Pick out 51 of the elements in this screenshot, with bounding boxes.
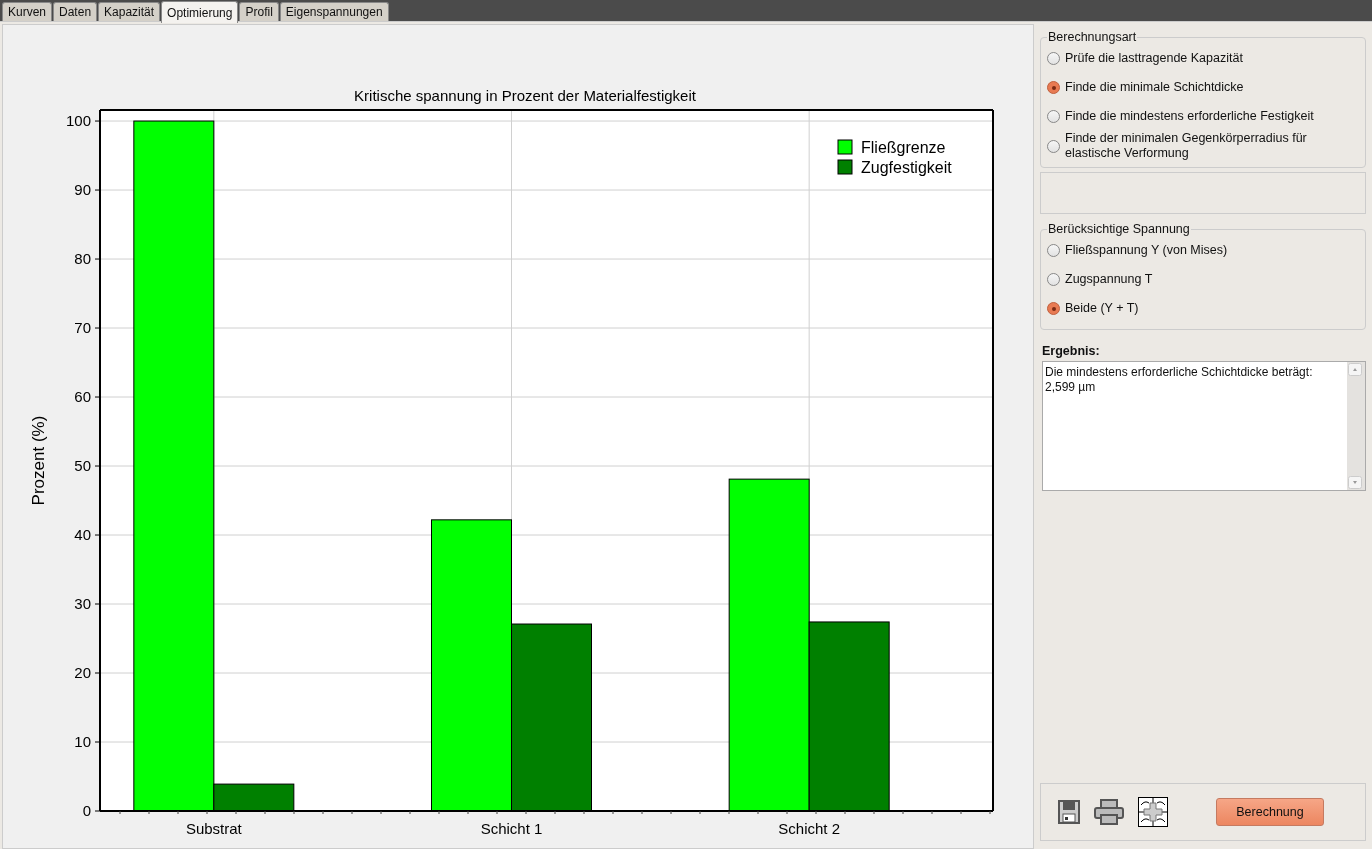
y-tick-label: 80 [74, 250, 91, 268]
scrollbar[interactable] [1347, 362, 1365, 490]
option-label[interactable]: Fließspannung Y (von Mises) [1065, 243, 1228, 258]
y-tick-label: 20 [74, 664, 91, 681]
legend-swatch [837, 159, 853, 175]
y-tick-label: 50 [74, 457, 91, 474]
x-category-label: Substrat [185, 820, 242, 837]
x-category-label: Schicht 2 [778, 820, 840, 837]
scroll-up-icon[interactable] [1348, 363, 1362, 376]
option-label[interactable]: Prüfe die lasttragende Kapazität [1065, 51, 1243, 66]
radio-button[interactable] [1047, 81, 1060, 94]
tab[interactable]: Daten [53, 2, 98, 21]
y-tick-label: 60 [74, 388, 91, 405]
option-label[interactable]: Beide (Y + T) [1065, 301, 1139, 316]
scroll-down-icon[interactable] [1348, 476, 1362, 489]
y-tick-label: 90 [74, 181, 91, 199]
group-title: Berechnungsart [1047, 30, 1138, 44]
y-axis-label: Prozent (%) [29, 415, 48, 506]
radio-button[interactable] [1047, 52, 1060, 65]
radio-button[interactable] [1047, 273, 1060, 286]
chart-title: Kritische spannung in Prozent der Materialfestigkeit [354, 87, 696, 104]
option-label[interactable]: Finde die minimale Schichtdicke [1065, 80, 1244, 95]
option-label[interactable]: Zugspannung T [1065, 272, 1153, 287]
option-label[interactable]: Finde der minimalen Gegenkörperradius für elastische Verformung [1065, 131, 1359, 161]
y-tick-label: 100 [65, 112, 91, 130]
fit-page-icon[interactable] [1138, 797, 1168, 827]
radio-button[interactable] [1047, 302, 1060, 315]
result-label: Ergebnis: [1042, 344, 1101, 358]
tab[interactable]: Kapazität [98, 2, 161, 21]
x-category-label: Schicht 1 [480, 820, 543, 837]
legend-label: Zugfestigkeit [861, 159, 952, 176]
y-tick-label: 0 [82, 802, 91, 819]
y-tick-label: 30 [74, 595, 91, 612]
tab[interactable]: Kurven [2, 2, 53, 21]
radio-button[interactable] [1047, 110, 1060, 123]
option-label[interactable]: Finde die mindestens erforderliche Festigkeit [1065, 109, 1314, 124]
radio-button[interactable] [1047, 139, 1060, 153]
y-tick-label: 70 [74, 319, 91, 337]
save-icon[interactable] [1058, 800, 1080, 824]
y-tick-label: 10 [74, 733, 91, 750]
y-tick-label: 40 [74, 526, 91, 543]
tab[interactable]: Profil [239, 2, 279, 21]
result-field[interactable]: Die mindestens erforderliche Schichtdicke beträgt: 2,599 µm [1042, 361, 1366, 491]
calculate-button[interactable]: Berechnung [1216, 798, 1324, 826]
legend-label: Fließgrenze [861, 139, 946, 156]
radio-button[interactable] [1047, 244, 1060, 257]
group-title: Berücksichtige Spannung [1047, 222, 1191, 236]
tab[interactable]: Optimierung [161, 1, 239, 23]
legend-swatch [837, 139, 853, 155]
tab[interactable]: Eigenspannungen [279, 2, 389, 21]
print-icon[interactable] [1094, 799, 1124, 825]
